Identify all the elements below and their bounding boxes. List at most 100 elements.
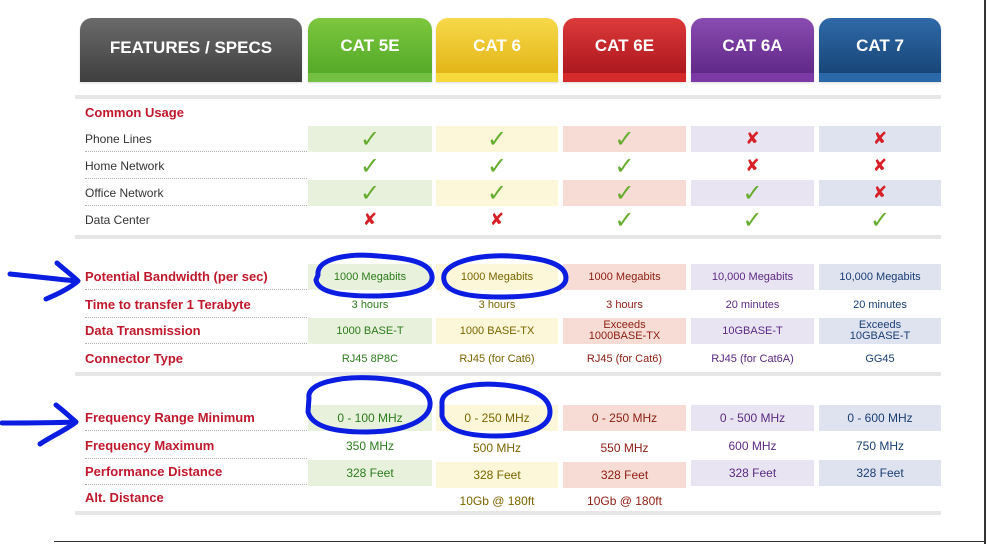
check-icon: ✓ <box>869 206 891 234</box>
usage-cell-cat6: ✘ <box>436 207 558 233</box>
frequency-row-label: Frequency Maximum <box>85 433 307 459</box>
usage-cell-cat5e: ✓ <box>308 180 432 206</box>
check-icon: ✓ <box>614 152 635 180</box>
frequency-cell-cat7 <box>819 488 941 514</box>
check-icon: ✓ <box>359 179 381 207</box>
usage-cell-cat6: ✓ <box>436 126 558 152</box>
spec-row-label: Data Transmission <box>85 318 307 344</box>
features-specs-header: FEATURES / SPECS <box>80 18 302 82</box>
frequency-cell-cat6: 500 MHz <box>472 440 522 455</box>
column-header-cat5e: CAT 5E <box>308 18 432 82</box>
frequency-cell-cat6a <box>691 488 814 514</box>
usage-cell-cat6: ✓ <box>436 153 558 179</box>
frequency-cell-cat6: 10Gb @ 180ft <box>459 493 535 508</box>
column-header-cat6: CAT 6 <box>436 18 558 82</box>
check-icon: ✓ <box>742 179 763 207</box>
frequency-row-label: Alt. Distance <box>85 490 164 505</box>
column-header-cat6a: CAT 6A <box>691 18 814 82</box>
arrow-right-icon <box>0 402 79 447</box>
usage-cell-cat6e: ✓ <box>563 153 686 179</box>
check-icon: ✓ <box>486 125 508 153</box>
frequency-cell-cat6a: 0 - 500 MHz <box>691 405 814 431</box>
frequency-cell-cat5e: 0 - 100 MHz <box>308 405 432 431</box>
usage-cell-cat7: ✘ <box>819 126 941 152</box>
usage-row-label: Office Network <box>85 180 307 206</box>
frequency-cell-cat6e: 328 Feet <box>563 462 686 488</box>
check-icon: ✓ <box>486 179 508 207</box>
spec-row-label: Time to transfer 1 Terabyte <box>85 292 307 318</box>
check-icon: ✓ <box>486 152 508 180</box>
check-icon: ✓ <box>614 179 635 207</box>
usage-cell-cat6a: ✓ <box>691 180 814 206</box>
spec-row-label: Connector Type <box>85 351 183 366</box>
usage-cell-cat7: ✓ <box>819 207 941 233</box>
spec-cell-cat6a: 10,000 Megabits <box>691 264 814 290</box>
usage-cell-cat5e: ✓ <box>308 126 432 152</box>
column-header-cat6e: CAT 6E <box>563 18 686 82</box>
separator <box>75 95 941 99</box>
column-label-cat6e: CAT 6E <box>594 36 655 55</box>
column-header-cat7: CAT 7 <box>819 18 941 82</box>
usage-cell-cat6a: ✘ <box>691 126 814 152</box>
usage-cell-cat6e: ✓ <box>563 180 686 206</box>
arrow-right-icon <box>7 260 81 302</box>
usage-cell-cat6a: ✘ <box>691 153 814 179</box>
frequency-cell-cat5e <box>308 488 432 514</box>
column-label-cat6: CAT 6 <box>473 36 521 55</box>
spec-cell-cat7: GG45 <box>865 352 895 365</box>
spec-cell-cat5e: RJ45 8P8C <box>341 352 399 365</box>
spec-cell-cat6e: RJ45 (for Cat6) <box>586 352 663 365</box>
separator <box>75 372 941 376</box>
frequency-cell-cat5e: 350 MHz <box>345 438 395 453</box>
frequency-row-label: Performance Distance <box>85 459 307 485</box>
spec-cell-cat7: Exceeds 10GBASE-T <box>819 318 941 344</box>
cross-icon: ✘ <box>872 182 888 203</box>
spec-cell-cat5e: 1000 BASE-T <box>308 318 432 344</box>
spec-cell-cat6a: RJ45 (for Cat6A) <box>711 352 794 365</box>
usage-cell-cat6a: ✓ <box>691 207 814 233</box>
column-label-cat7: CAT 7 <box>856 36 904 55</box>
spec-cell-cat6e: 1000 Megabits <box>563 264 686 290</box>
spec-cell-cat7: 10,000 Megabits <box>819 264 941 290</box>
separator <box>75 235 941 239</box>
spec-cell-cat6a: 10GBASE-T <box>691 318 814 344</box>
cross-icon: ✘ <box>745 128 760 149</box>
check-icon: ✓ <box>359 125 381 153</box>
features-specs-label: FEATURES / SPECS <box>109 38 273 57</box>
spec-cell-cat6: RJ45 (for Cat6) <box>459 352 535 365</box>
frequency-cell-cat6a: 328 Feet <box>691 460 814 486</box>
frequency-row-label: Frequency Range Minimum <box>85 405 307 431</box>
spec-cell-cat6: 1000 Megabits <box>436 264 558 290</box>
spec-cell-cat5e: 3 hours <box>351 298 389 311</box>
usage-row-label: Data Center <box>85 213 150 227</box>
cross-icon: ✘ <box>872 155 888 176</box>
spec-cell-cat7: 20 minutes <box>853 298 907 311</box>
usage-cell-cat6: ✓ <box>436 180 558 206</box>
cross-icon: ✘ <box>489 209 505 230</box>
frequency-cell-cat5e: 328 Feet <box>308 460 432 486</box>
spec-cell-cat5e: 1000 Megabits <box>308 264 432 290</box>
usage-row-label: Home Network <box>85 153 307 179</box>
spec-cell-cat6e: 3 hours <box>606 298 643 311</box>
usage-cell-cat5e: ✓ <box>308 153 432 179</box>
check-icon: ✓ <box>614 206 635 234</box>
cross-icon: ✘ <box>872 128 888 149</box>
usage-cell-cat6e: ✓ <box>563 126 686 152</box>
usage-cell-cat7: ✘ <box>819 180 941 206</box>
spec-cell-cat6: 1000 BASE-TX <box>436 318 558 344</box>
spec-cell-cat6a: 20 minutes <box>725 298 780 311</box>
check-icon: ✓ <box>742 206 763 234</box>
usage-cell-cat6e: ✓ <box>563 207 686 233</box>
usage-row-label: Phone Lines <box>85 126 307 152</box>
frequency-cell-cat7: 0 - 600 MHz <box>819 405 941 431</box>
frame-right-edge <box>984 0 986 544</box>
frequency-cell-cat6: 0 - 250 MHz <box>436 405 558 431</box>
frequency-cell-cat6e: 550 MHz <box>600 440 649 455</box>
check-icon: ✓ <box>614 125 635 153</box>
cross-icon: ✘ <box>362 209 378 230</box>
spec-cell-cat6: 3 hours <box>478 298 516 311</box>
frequency-cell-cat7: 750 MHz <box>855 438 905 453</box>
frequency-cell-cat6e: 0 - 250 MHz <box>563 405 686 431</box>
column-label-cat5e: CAT 5E <box>340 36 400 55</box>
frame-bottom-edge <box>54 541 986 542</box>
